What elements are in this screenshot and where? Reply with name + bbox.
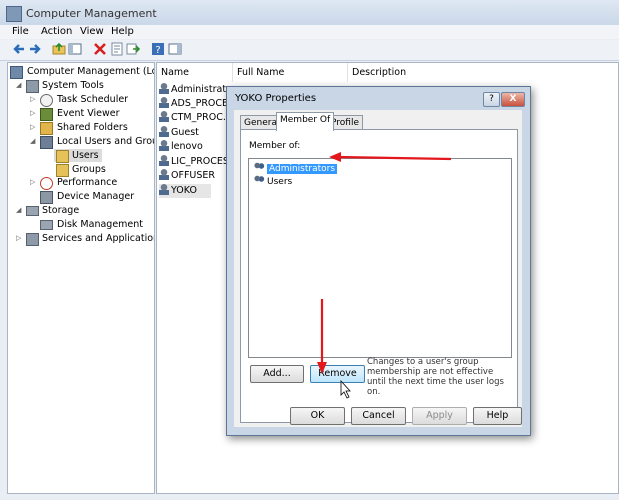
annotation-arrow-remove (317, 299, 327, 374)
tab-member-of[interactable]: Member Of (276, 112, 335, 131)
annotation-overlay (317, 152, 452, 399)
annotation-arrow-administrators (329, 152, 452, 162)
mouse-cursor-icon (340, 379, 351, 399)
